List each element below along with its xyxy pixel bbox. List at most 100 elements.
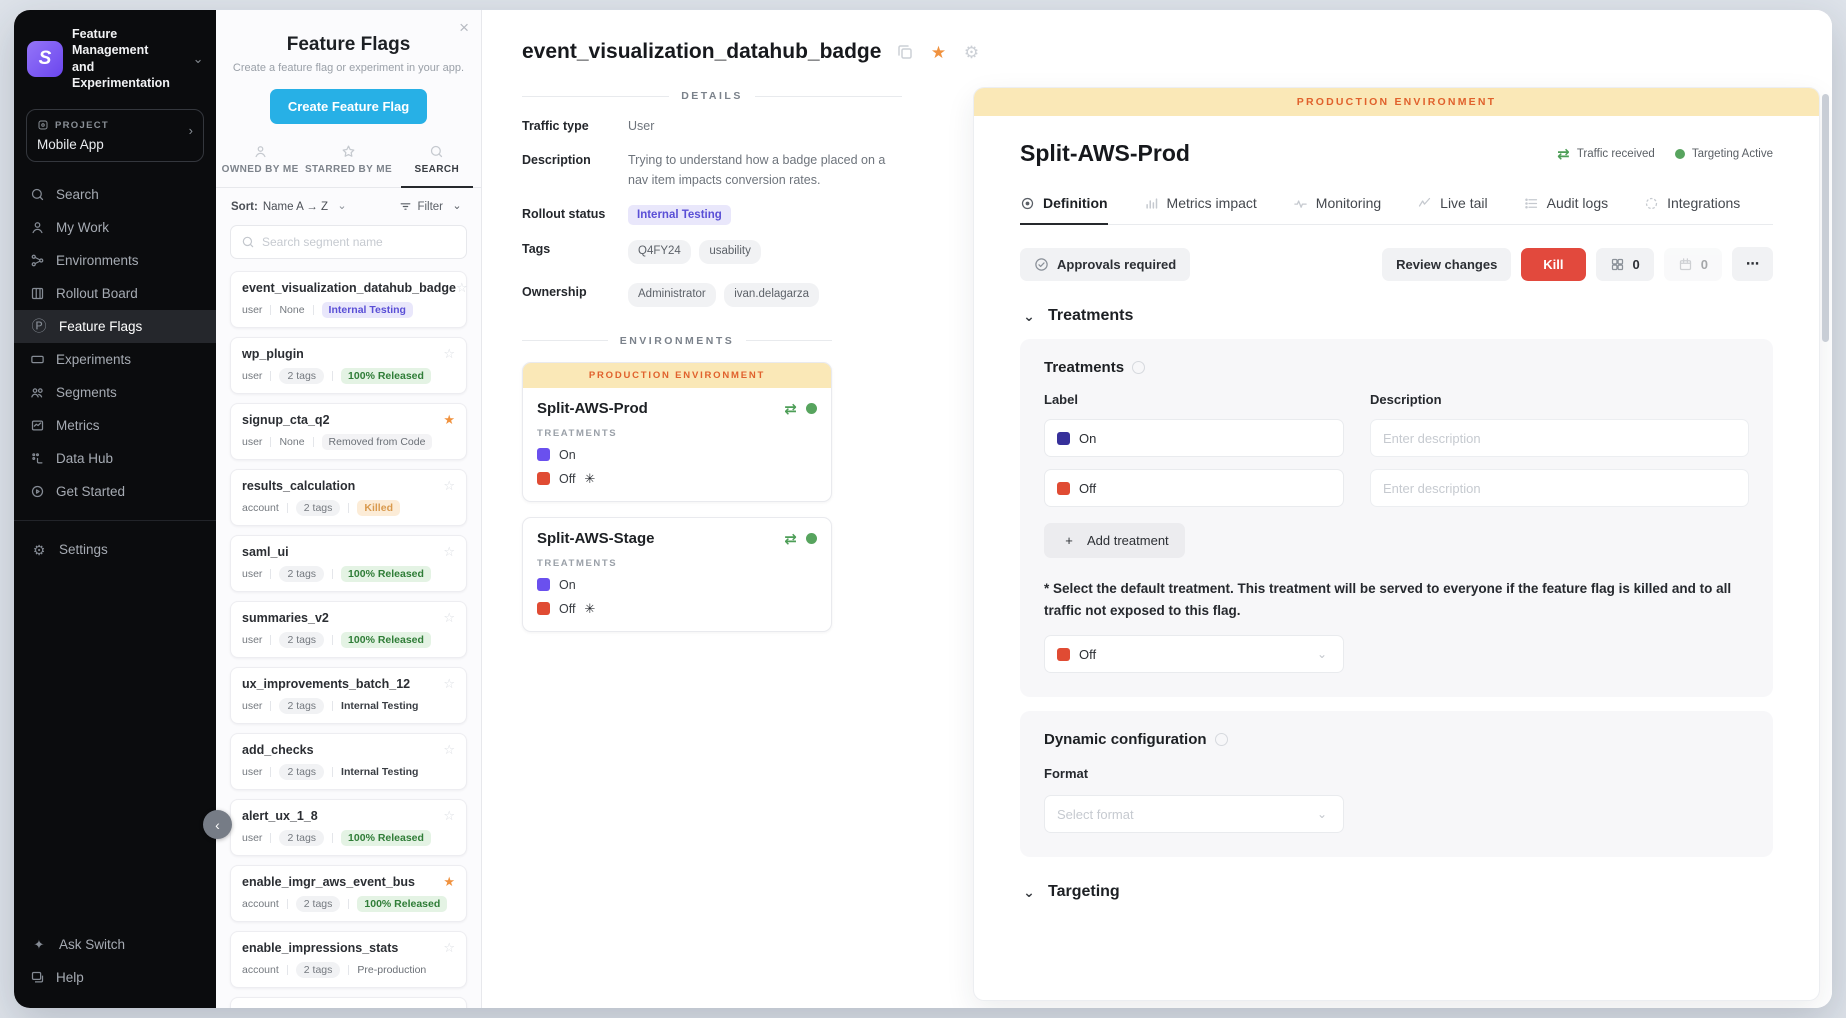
brand[interactable]: S Feature Management and Experimentation… xyxy=(14,10,216,103)
sidebar-item-experiments[interactable]: Experiments xyxy=(14,343,216,376)
field-label: Tags xyxy=(522,240,628,256)
flag-list-item[interactable]: signup_cta_q2★ userNoneRemoved from Code xyxy=(230,403,467,460)
description-value: Trying to understand how a badge placed … xyxy=(628,151,890,190)
flag-list-item[interactable]: wp_plugin☆ user2 tags100% Released xyxy=(230,337,467,394)
flag-list-item[interactable]: alert_ux_1_8☆ user2 tags100% Released xyxy=(230,799,467,856)
flag-list-item[interactable]: event_visualization_datahub_badge☆ userN… xyxy=(230,271,467,328)
targeting-section-header[interactable]: ⌄ Targeting xyxy=(1020,883,1773,901)
star-icon[interactable]: ☆ xyxy=(443,346,455,362)
field-label: Traffic type xyxy=(522,117,628,133)
treatment-off-chip xyxy=(537,602,550,615)
flag-list-item[interactable]: enable_impressions_stats☆ account2 tagsP… xyxy=(230,931,467,988)
star-icon[interactable]: ☆ xyxy=(443,1006,455,1008)
tab-starred-by-me[interactable]: STARRED BY ME xyxy=(304,140,392,187)
flag-list-item[interactable]: enable_imgr_aws_event_bus★ account2 tags… xyxy=(230,865,467,922)
star-icon[interactable]: ☆ xyxy=(443,610,455,626)
sidebar-item-data-hub[interactable]: Data Hub xyxy=(14,442,216,475)
star-icon[interactable]: ☆ xyxy=(443,808,455,824)
experiment-card-icon xyxy=(30,352,45,367)
copy-icon[interactable] xyxy=(896,43,914,61)
treatments-section-header[interactable]: ⌄ Treatments xyxy=(1020,307,1773,325)
flag-list-item[interactable]: summaries_v2☆ user2 tags100% Released xyxy=(230,601,467,658)
tab-owned-by-me[interactable]: OWNED BY ME xyxy=(216,140,304,187)
panel-subtitle: Create a feature flag or experiment in y… xyxy=(216,62,481,74)
traffic-swap-icon: ⇄ xyxy=(784,400,797,418)
sidebar-item-segments[interactable]: Segments xyxy=(14,376,216,409)
treatments-label: TREATMENTS xyxy=(537,558,817,569)
approvals-required-button[interactable]: Approvals required xyxy=(1020,248,1190,281)
sidebar-item-rollout-board[interactable]: Rollout Board xyxy=(14,277,216,310)
star-icon[interactable]: ☆ xyxy=(443,676,455,692)
project-selector[interactable]: PROJECT Mobile App › xyxy=(26,109,204,162)
metrics-chart-icon xyxy=(30,418,45,433)
more-options-button[interactable]: ⋯ xyxy=(1732,247,1773,281)
tab-monitoring[interactable]: Monitoring xyxy=(1293,195,1381,224)
flag-name: flagship_updates xyxy=(242,1007,345,1008)
search-icon xyxy=(241,235,255,249)
environment-name: Split-AWS-Prod xyxy=(537,400,648,417)
search-input[interactable] xyxy=(262,235,456,249)
sidebar-item-metrics[interactable]: Metrics xyxy=(14,409,216,442)
treatment-label-input[interactable]: Off xyxy=(1044,469,1344,507)
treatment-label-input[interactable]: On xyxy=(1044,419,1344,457)
kill-button[interactable]: Kill xyxy=(1521,248,1585,281)
flags-search-box[interactable] xyxy=(230,225,467,259)
sidebar-item-help[interactable]: Help xyxy=(14,961,216,994)
sidebar-item-search[interactable]: Search xyxy=(14,178,216,211)
sidebar-item-environments[interactable]: Environments xyxy=(14,244,216,277)
sidebar-item-feature-flags[interactable]: Ⓟ Feature Flags xyxy=(14,310,216,343)
tab-search[interactable]: SEARCH xyxy=(393,140,481,187)
environment-card-prod[interactable]: PRODUCTION ENVIRONMENT Split-AWS-Prod ⇄ … xyxy=(522,362,832,502)
play-circle-icon xyxy=(30,484,45,499)
star-icon[interactable]: ☆ xyxy=(443,544,455,560)
flag-list-item[interactable]: saml_ui☆ user2 tags100% Released xyxy=(230,535,467,592)
chevron-down-icon[interactable]: ⌄ xyxy=(333,201,351,212)
sidebar-item-settings[interactable]: ⚙ Settings xyxy=(14,533,216,566)
filter-button[interactable]: Filter ⌄ xyxy=(399,200,466,213)
changes-counter-button[interactable]: 0 xyxy=(1596,248,1654,281)
chevron-down-icon: ⌄ xyxy=(1313,808,1331,820)
environment-tabs: Definition Metrics impact Monitoring Liv… xyxy=(1020,195,1773,225)
sort-value[interactable]: Name A → Z xyxy=(263,201,328,213)
sidebar-item-get-started[interactable]: Get Started xyxy=(14,475,216,508)
status-badge: 100% Released xyxy=(357,896,447,912)
star-icon[interactable]: ☆ xyxy=(443,940,455,956)
tab-audit-logs[interactable]: Audit logs xyxy=(1524,195,1608,224)
schedule-counter-button[interactable]: 0 xyxy=(1664,248,1722,281)
add-treatment-button[interactable]: + Add treatment xyxy=(1044,523,1185,558)
flag-list-item[interactable]: results_calculation☆ account2 tagsKilled xyxy=(230,469,467,526)
tab-definition[interactable]: Definition xyxy=(1020,195,1108,224)
page-title: event_visualization_datahub_badge xyxy=(522,40,881,64)
star-icon[interactable]: ★ xyxy=(443,412,455,428)
sidebar-item-my-work[interactable]: My Work xyxy=(14,211,216,244)
star-icon[interactable]: ★ xyxy=(443,874,455,890)
tab-live-tail[interactable]: Live tail xyxy=(1417,195,1487,224)
flag-name: ux_improvements_batch_12 xyxy=(242,677,410,691)
sidebar-item-ask-switch[interactable]: ✦ Ask Switch xyxy=(14,928,216,961)
chevron-down-icon[interactable]: ⌄ xyxy=(190,52,206,65)
default-treatment-select[interactable]: Off ⌄ xyxy=(1044,635,1344,673)
star-icon[interactable]: ☆ xyxy=(443,478,455,494)
format-select[interactable]: Select format ⌄ xyxy=(1044,795,1344,833)
flag-list-item[interactable]: ux_improvements_batch_12☆ user2 tagsInte… xyxy=(230,667,467,724)
treatment-description-input[interactable] xyxy=(1370,419,1749,457)
flag-list-item[interactable]: flagship_updates☆ account2 tagsKilled xyxy=(230,997,467,1008)
tab-metrics-impact[interactable]: Metrics impact xyxy=(1144,195,1257,224)
flag-name: results_calculation xyxy=(242,479,355,493)
scrollbar[interactable] xyxy=(1822,94,1829,342)
star-icon[interactable]: ★ xyxy=(929,44,947,61)
create-feature-flag-button[interactable]: Create Feature Flag xyxy=(270,89,427,124)
chevron-left-icon: ‹ xyxy=(215,817,220,833)
close-icon[interactable]: × xyxy=(459,18,469,38)
gear-icon[interactable]: ⚙ xyxy=(962,44,980,61)
treatment-description-input[interactable] xyxy=(1370,469,1749,507)
details-column: DETAILS Traffic type User Description Tr… xyxy=(482,64,902,632)
tab-integrations[interactable]: Integrations xyxy=(1644,195,1740,224)
review-changes-button[interactable]: Review changes xyxy=(1382,248,1511,281)
environment-card-stage[interactable]: Split-AWS-Stage ⇄ TREATMENTS On Off✳ xyxy=(522,517,832,632)
star-icon[interactable]: ☆ xyxy=(456,280,468,296)
star-icon[interactable]: ☆ xyxy=(443,742,455,758)
list-icon xyxy=(1524,196,1539,211)
flag-list-item[interactable]: add_checks☆ user2 tagsInternal Testing xyxy=(230,733,467,790)
collapse-panel-handle[interactable]: ‹ xyxy=(203,810,232,839)
